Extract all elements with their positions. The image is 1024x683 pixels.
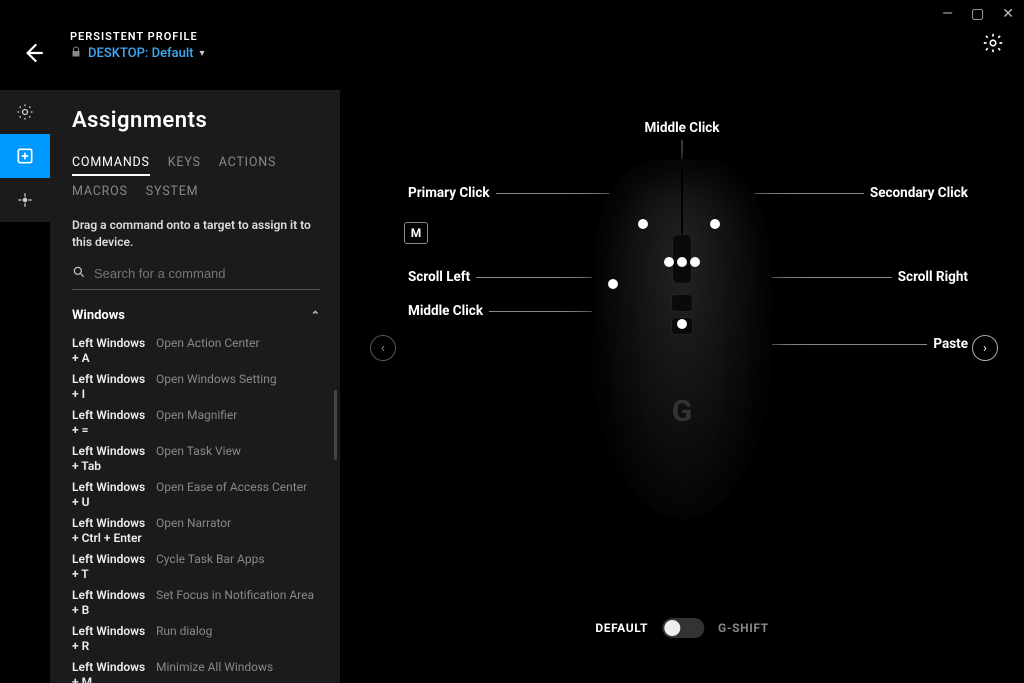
search-input[interactable] (94, 266, 320, 281)
command-key: Left Windows + = (72, 408, 150, 438)
close-button[interactable]: ✕ (1002, 6, 1014, 22)
rail-sensitivity[interactable] (0, 178, 50, 222)
tab-system[interactable]: SYSTEM (146, 184, 199, 203)
command-key: Left Windows + R (72, 624, 150, 654)
command-key: Left Windows + U (72, 480, 150, 510)
mode-gshift-label: G-SHIFT (718, 621, 769, 635)
label-scroll-left: Scroll Left (402, 269, 476, 285)
hint-text: Drag a command onto a target to assign i… (72, 217, 320, 251)
command-row[interactable]: Left Windows + IOpen Windows Setting (72, 369, 320, 405)
command-row[interactable]: Left Windows + AOpen Action Center (72, 333, 320, 369)
settings-button[interactable] (982, 32, 1004, 59)
category-windows[interactable]: Windows ⌃ (72, 308, 320, 323)
hotspot-wheel[interactable] (677, 257, 687, 267)
label-primary-click: Primary Click (402, 185, 496, 201)
command-row[interactable]: Left Windows + RRun dialog (72, 621, 320, 657)
minimize-button[interactable]: — (942, 6, 953, 22)
mode-default-label: DEFAULT (595, 621, 648, 635)
command-key: Left Windows + A (72, 336, 150, 366)
tab-macros[interactable]: MACROS (72, 184, 128, 203)
command-desc: Minimize All Windows (156, 660, 320, 683)
profile-selector[interactable]: DESKTOP: Default ▾ (70, 46, 205, 61)
mouse-diagram: G (592, 159, 772, 519)
command-key: Left Windows + T (72, 552, 150, 582)
prev-view-button[interactable]: ‹ (370, 335, 396, 361)
label-secondary-click: Secondary Click (864, 185, 974, 201)
rail-lighting[interactable] (0, 90, 50, 134)
hotspot-scroll-l[interactable] (664, 257, 674, 267)
label-middle-click-side: Middle Click (402, 303, 489, 319)
command-row[interactable]: Left Windows + TCycle Task Bar Apps (72, 549, 320, 585)
mode-toggle[interactable] (662, 618, 704, 638)
command-desc: Run dialog (156, 624, 320, 654)
command-key: Left Windows + Tab (72, 444, 150, 474)
tab-commands[interactable]: COMMANDS (72, 155, 150, 176)
hotspot-scroll-r[interactable] (690, 257, 700, 267)
search-icon (72, 265, 86, 283)
command-key: Left Windows + M (72, 660, 150, 683)
m-indicator: M (404, 222, 428, 244)
command-key: Left Windows + I (72, 372, 150, 402)
command-desc: Open Task View (156, 444, 320, 474)
label-middle-click-top: Middle Click (638, 120, 725, 136)
command-desc: Open Magnifier (156, 408, 320, 438)
command-row[interactable]: Left Windows + UOpen Ease of Access Cent… (72, 477, 320, 513)
hotspot-side[interactable] (608, 279, 618, 289)
command-row[interactable]: Left Windows + BSet Focus in Notificatio… (72, 585, 320, 621)
chevron-down-icon: ▾ (200, 48, 205, 59)
scrollbar[interactable] (334, 390, 337, 460)
rail-assignments[interactable] (0, 134, 50, 178)
page-title: Assignments (72, 108, 320, 133)
command-desc: Set Focus in Notification Area (156, 588, 320, 618)
label-scroll-right: Scroll Right (892, 269, 974, 285)
tab-keys[interactable]: KEYS (168, 155, 201, 176)
hotspot-dpi[interactable] (677, 319, 687, 329)
command-key: Left Windows + Ctrl + Enter (72, 516, 150, 546)
command-row[interactable]: Left Windows + =Open Magnifier (72, 405, 320, 441)
hotspot-primary[interactable] (638, 219, 648, 229)
command-desc: Open Narrator (156, 516, 320, 546)
profile-label: PERSISTENT PROFILE (70, 30, 205, 43)
command-desc: Cycle Task Bar Apps (156, 552, 320, 582)
maximize-button[interactable]: ▢ (971, 6, 984, 22)
command-row[interactable]: Left Windows + TabOpen Task View (72, 441, 320, 477)
hotspot-secondary[interactable] (710, 219, 720, 229)
next-view-button[interactable]: › (972, 335, 998, 361)
search-field[interactable] (72, 265, 320, 290)
command-key: Left Windows + B (72, 588, 150, 618)
label-paste: Paste (927, 336, 974, 352)
command-desc: Open Action Center (156, 336, 320, 366)
back-button[interactable] (20, 40, 46, 72)
brand-logo: G (672, 394, 692, 429)
chevron-up-icon: ⌃ (311, 309, 320, 322)
command-desc: Open Ease of Access Center (156, 480, 320, 510)
command-desc: Open Windows Setting (156, 372, 320, 402)
command-row[interactable]: Left Windows + Ctrl + EnterOpen Narrator (72, 513, 320, 549)
tab-actions[interactable]: ACTIONS (219, 155, 276, 176)
lock-icon (70, 46, 82, 61)
command-row[interactable]: Left Windows + M Minimize All Windows (72, 657, 320, 683)
